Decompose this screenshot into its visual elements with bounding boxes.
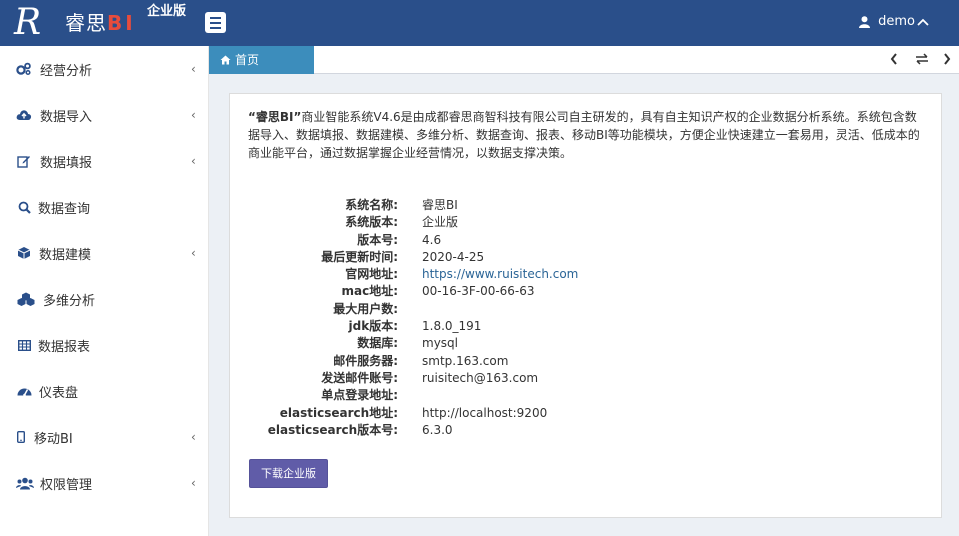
sidebar-item-label: 移动BI bbox=[34, 431, 73, 447]
top-header: R 睿思BI 企业版 demo bbox=[0, 0, 959, 46]
info-row: jdk版本: 1.8.0_191 bbox=[348, 319, 482, 333]
about-panel: “睿思BI”商业智能系统V4.6是由成都睿思商智科技有限公司自主研发的，具有自主… bbox=[229, 93, 942, 518]
cube-icon bbox=[16, 245, 32, 261]
sidebar-item-data-query[interactable]: 数据查询 bbox=[0, 184, 209, 230]
sidebar-item-label: 数据报表 bbox=[38, 339, 91, 355]
edit-icon bbox=[16, 153, 32, 169]
sidebar-item-dashboard[interactable]: 仪表盘 bbox=[0, 368, 209, 414]
home-icon bbox=[220, 55, 231, 65]
tab-bar: 首页 bbox=[209, 46, 959, 74]
chevron-left-icon: ‹ bbox=[191, 476, 196, 490]
download-enterprise-button[interactable]: 下载企业版 bbox=[249, 459, 328, 488]
info-row: 系统名称: 睿思BI bbox=[345, 198, 458, 212]
tab-home[interactable]: 首页 bbox=[209, 46, 314, 74]
sidebar: 经营分析 ‹ 数据导入 ‹ 数据填报 ‹ 数据查询 数据建模 ‹ 多维分析 数据… bbox=[0, 46, 209, 536]
mobile-icon bbox=[16, 429, 26, 445]
users-icon bbox=[16, 475, 34, 491]
sidebar-toggle-button[interactable] bbox=[205, 12, 226, 33]
user-icon bbox=[859, 16, 871, 28]
search-icon bbox=[16, 199, 32, 215]
website-link[interactable]: https://www.ruisitech.com bbox=[422, 266, 578, 283]
user-name: demo bbox=[878, 14, 915, 29]
sidebar-item-label: 多维分析 bbox=[43, 293, 96, 309]
info-row: mac地址: 00-16-3F-00-66-63 bbox=[341, 284, 535, 298]
app-name: 睿思BI bbox=[65, 11, 136, 35]
info-row: 邮件服务器: smtp.163.com bbox=[333, 354, 509, 368]
sidebar-item-data-entry[interactable]: 数据填报 ‹ bbox=[0, 138, 209, 184]
user-menu[interactable]: demo bbox=[859, 12, 937, 32]
sidebar-item-label: 权限管理 bbox=[40, 477, 93, 493]
sidebar-item-olap[interactable]: 多维分析 bbox=[0, 276, 209, 322]
sidebar-item-label: 经营分析 bbox=[40, 63, 93, 79]
edition-label: 企业版 bbox=[147, 4, 187, 19]
info-row: elasticsearch地址: http://localhost:9200 bbox=[279, 406, 548, 420]
info-row: elasticsearch版本号: 6.3.0 bbox=[267, 423, 453, 437]
info-row: 数据库: mysql bbox=[357, 336, 458, 350]
chevron-left-icon: ‹ bbox=[191, 62, 196, 76]
chevron-left-icon: ‹ bbox=[191, 246, 196, 260]
tab-home-label: 首页 bbox=[235, 53, 260, 67]
info-row: 发送邮件账号: ruisitech@163.com bbox=[321, 371, 539, 385]
sidebar-item-mobile-bi[interactable]: 移动BI ‹ bbox=[0, 414, 209, 460]
chevron-left-icon: ‹ bbox=[191, 108, 196, 122]
info-row: 最大用户数: bbox=[333, 302, 398, 316]
cogs-icon bbox=[16, 61, 32, 77]
cubes-icon bbox=[17, 291, 35, 307]
info-row: 官网地址: https://www.ruisitech.com bbox=[345, 266, 579, 283]
tab-switch-icon[interactable] bbox=[915, 52, 929, 70]
info-row: 版本号: 4.6 bbox=[357, 233, 442, 247]
cloud-upload-icon bbox=[16, 107, 32, 123]
app-logo[interactable]: R 睿思BI 企业版 bbox=[0, 0, 200, 46]
chevron-left-icon: ‹ bbox=[191, 154, 196, 168]
chevron-left-icon: ‹ bbox=[191, 430, 196, 444]
logo-mark: R bbox=[14, 2, 42, 43]
sidebar-item-label: 数据导入 bbox=[40, 109, 93, 125]
intro-text: 商业智能系统V4.6是由成都睿思商智科技有限公司自主研发的，具有自主知识产权的企… bbox=[248, 110, 920, 160]
intro-product-name: “睿思BI” bbox=[248, 110, 302, 124]
dashboard-icon bbox=[16, 383, 32, 399]
sidebar-item-permissions[interactable]: 权限管理 ‹ bbox=[0, 460, 209, 506]
sidebar-item-label: 仪表盘 bbox=[39, 385, 79, 401]
sidebar-item-data-import[interactable]: 数据导入 ‹ bbox=[0, 92, 209, 138]
info-row: 最后更新时间: 2020-4-25 bbox=[321, 250, 485, 264]
sidebar-item-label: 数据建模 bbox=[39, 247, 92, 263]
sidebar-item-label: 数据填报 bbox=[40, 155, 93, 171]
sidebar-item-data-report[interactable]: 数据报表 bbox=[0, 322, 209, 368]
chevron-up-icon bbox=[917, 18, 929, 26]
sidebar-item-label: 数据查询 bbox=[38, 201, 91, 217]
table-icon bbox=[16, 337, 32, 353]
info-row: 单点登录地址: bbox=[321, 388, 398, 402]
tab-scroll-left-icon[interactable] bbox=[889, 52, 899, 70]
info-row: 系统版本: 企业版 bbox=[345, 215, 459, 229]
sidebar-item-data-modeling[interactable]: 数据建模 ‹ bbox=[0, 230, 209, 276]
sidebar-item-business-analysis[interactable]: 经营分析 ‹ bbox=[0, 46, 209, 92]
tab-scroll-right-icon[interactable] bbox=[942, 52, 952, 70]
intro-paragraph: “睿思BI”商业智能系统V4.6是由成都睿思商智科技有限公司自主研发的，具有自主… bbox=[248, 108, 928, 162]
